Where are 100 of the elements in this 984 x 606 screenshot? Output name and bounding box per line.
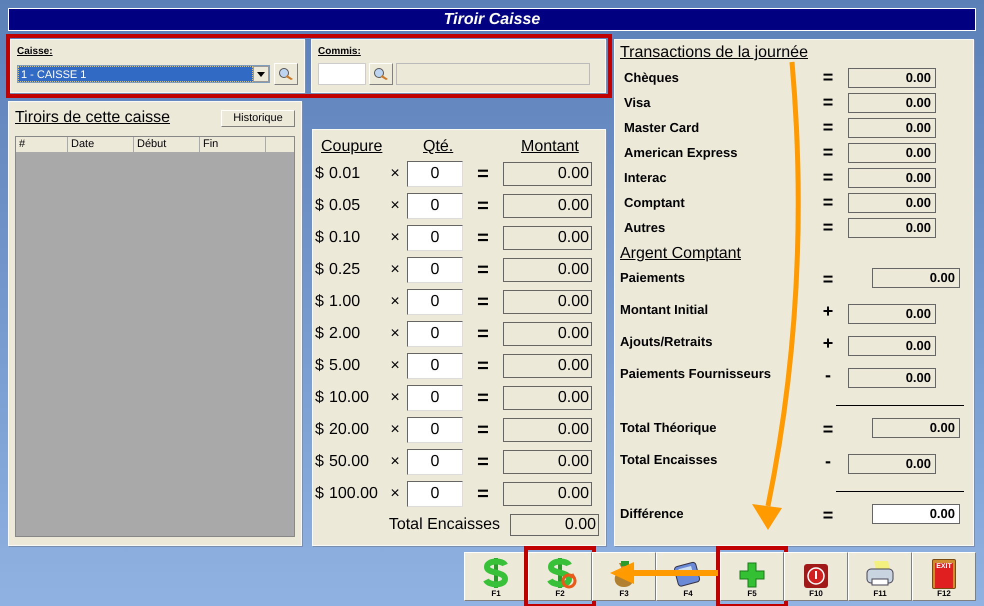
amount-field: 0.00 xyxy=(848,142,936,162)
quantity-input[interactable]: 0 xyxy=(407,193,463,219)
operator-sign: + xyxy=(822,332,834,354)
quantity-input[interactable]: 0 xyxy=(407,321,463,347)
row-label: Montant Initial xyxy=(620,301,710,319)
amount-field: 0.00 xyxy=(503,322,592,346)
quantity-input[interactable]: 0 xyxy=(407,161,463,187)
column-header[interactable]: # xyxy=(16,137,68,153)
multiply-sign: × xyxy=(389,260,401,280)
currency-sign: $ xyxy=(315,164,325,184)
currency-sign: $ xyxy=(315,356,325,376)
search-button[interactable] xyxy=(274,63,298,85)
multiply-sign: × xyxy=(389,228,401,248)
quantity-input[interactable]: 0 xyxy=(407,481,463,507)
multiply-sign: × xyxy=(389,324,401,344)
amount-field: 0.00 xyxy=(848,92,936,112)
column-header[interactable]: Début xyxy=(134,137,200,153)
denomination-value: 0.01 xyxy=(328,164,362,184)
section-title: Argent Comptant xyxy=(620,244,742,264)
denomination-value: 50.00 xyxy=(328,452,370,472)
operator-sign: = xyxy=(822,504,834,526)
currency-sign: $ xyxy=(315,324,325,344)
amount-field: 0.00 xyxy=(503,354,592,378)
total-field: 0.00 xyxy=(510,514,599,536)
quantity-input[interactable]: 0 xyxy=(407,417,463,443)
amount-field: 0.00 xyxy=(848,336,936,356)
equals-sign: = xyxy=(476,162,490,187)
currency-sign: $ xyxy=(315,292,325,312)
amount-field: 0.00 xyxy=(848,68,936,88)
row-label: Paiements xyxy=(620,269,686,287)
currency-sign: $ xyxy=(315,420,325,440)
amount-field: 0.00 xyxy=(848,192,936,212)
section-title: Tiroirs de cette caisse xyxy=(15,108,170,128)
amount-field: 0.00 xyxy=(848,368,936,388)
toolbar-button[interactable]: F10 xyxy=(784,552,848,601)
denomination-value: 0.25 xyxy=(328,260,362,280)
denomination-value: 20.00 xyxy=(328,420,370,440)
operator-sign: = xyxy=(822,216,834,239)
column-header: Coupure xyxy=(320,137,384,157)
equals-sign: = xyxy=(476,450,490,475)
row-label: American Express xyxy=(623,144,738,162)
search-icon xyxy=(373,67,389,81)
equals-sign: = xyxy=(476,386,490,411)
equals-sign: = xyxy=(476,322,490,347)
search-button[interactable] xyxy=(369,63,393,85)
column-header[interactable]: Date xyxy=(68,137,134,153)
operator-sign: = xyxy=(822,116,834,139)
caisse-dropdown[interactable]: 1 - CAISSE 1 xyxy=(17,65,270,83)
row-label: Autres xyxy=(623,218,666,237)
toolbar-button[interactable]: F5 xyxy=(720,552,784,601)
row-label: Total Théorique xyxy=(620,419,718,437)
operator-sign: = xyxy=(822,191,834,214)
field-label: Caisse: xyxy=(17,45,54,59)
amount-field: 0.00 xyxy=(503,290,592,314)
multiply-sign: × xyxy=(389,484,401,504)
quantity-input[interactable]: 0 xyxy=(407,257,463,283)
row-label: Comptant xyxy=(623,194,686,212)
equals-sign: = xyxy=(476,354,490,379)
multiply-sign: × xyxy=(389,452,401,472)
currency-sign: $ xyxy=(315,388,325,408)
multiply-sign: × xyxy=(389,292,401,312)
quantity-input[interactable]: 0 xyxy=(407,289,463,315)
quantity-input[interactable]: 0 xyxy=(407,385,463,411)
row-label: Interac xyxy=(623,168,668,187)
amount-field: 0.00 xyxy=(848,454,936,474)
equals-sign: = xyxy=(476,194,490,219)
amount-field: 0.00 xyxy=(503,386,592,410)
currency-sign: $ xyxy=(315,260,325,280)
toolbar-button[interactable]: F2 xyxy=(528,552,592,601)
equals-sign: = xyxy=(476,258,490,283)
denomination-value: 0.10 xyxy=(328,228,362,248)
operator-sign: + xyxy=(822,300,834,322)
operator-sign: - xyxy=(824,450,832,472)
commis-input[interactable] xyxy=(318,63,366,85)
multiply-sign: × xyxy=(389,420,401,440)
amount-field: 0.00 xyxy=(503,418,592,442)
denomination-value: 1.00 xyxy=(328,292,362,312)
operator-sign: = xyxy=(822,166,834,189)
quantity-input[interactable]: 0 xyxy=(407,449,463,475)
history-button[interactable]: Historique xyxy=(221,110,295,126)
amount-field: 0.00 xyxy=(503,194,592,218)
operator-sign: - xyxy=(824,364,832,386)
amount-field: 0.00 xyxy=(503,258,592,282)
quantity-input[interactable]: 0 xyxy=(407,353,463,379)
denomination-value: 0.05 xyxy=(328,196,362,216)
amount-field: 0.00 xyxy=(848,168,936,188)
amount-field: 0.00 xyxy=(503,162,592,186)
amount-field: 0.00 xyxy=(503,226,592,250)
column-header[interactable]: Fin xyxy=(200,137,266,153)
equals-sign: = xyxy=(476,226,490,251)
toolbar-button[interactable]: F11 xyxy=(848,552,912,601)
row-label: Différence xyxy=(620,505,685,523)
equals-sign: = xyxy=(476,418,490,443)
column-header: Montant xyxy=(521,137,579,157)
quantity-input[interactable]: 0 xyxy=(407,225,463,251)
operator-sign: = xyxy=(822,66,834,89)
amount-field: 0.00 xyxy=(503,482,592,506)
operator-sign: = xyxy=(822,418,834,440)
field-label: Commis: xyxy=(318,45,362,59)
power-icon xyxy=(803,563,829,589)
